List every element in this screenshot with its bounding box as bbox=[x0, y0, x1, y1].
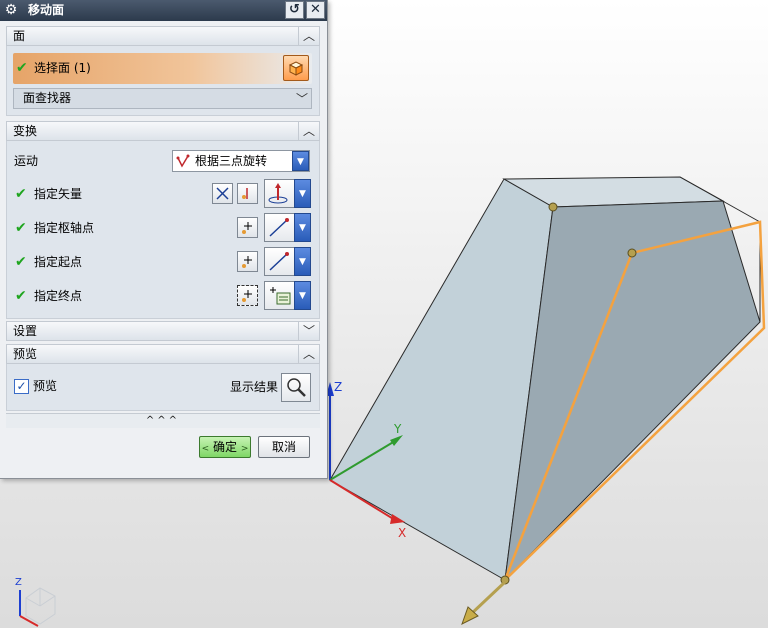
show-result-label: 显示结果 bbox=[230, 380, 279, 394]
chevron-down-icon[interactable]: ▼ bbox=[294, 247, 311, 276]
preview-checkbox[interactable]: ✓ bbox=[14, 379, 29, 394]
section-transform-header[interactable]: 变换 ︿ bbox=[6, 121, 320, 141]
point-dialog-button[interactable] bbox=[237, 217, 258, 238]
direction-arrow[interactable] bbox=[461, 580, 507, 626]
face-select-icon[interactable] bbox=[283, 55, 309, 81]
section-settings-header[interactable]: 设置 ﹀ bbox=[6, 321, 320, 341]
close-button[interactable]: ✕ bbox=[306, 1, 325, 19]
chevron-down-icon[interactable]: ﹀ bbox=[296, 90, 308, 107]
point-marker[interactable] bbox=[548, 202, 558, 212]
specify-end-label: 指定终点 bbox=[34, 289, 83, 303]
select-face-row[interactable]: ✔ 选择面 (1) bbox=[13, 53, 312, 84]
chevron-down-icon[interactable]: ﹀ bbox=[298, 321, 319, 341]
motion-select[interactable]: 根据三点旋转 ▼ bbox=[172, 150, 310, 172]
ok-label: 确定 bbox=[212, 440, 237, 454]
cancel-button[interactable]: 取消 bbox=[258, 436, 310, 458]
mini-axis-label-z: Z bbox=[15, 577, 22, 588]
show-result-button[interactable] bbox=[281, 373, 311, 402]
point-type-button[interactable] bbox=[264, 281, 295, 310]
chevron-up-icon[interactable]: ︿ bbox=[298, 121, 319, 141]
move-face-dialog: ⚙ 移动面 ↺ ✕ 面 ︿ ✔ 选择面 (1) 面查找器 ﹀ 变换 ︿ 运动 根… bbox=[0, 0, 328, 479]
chevron-up-icon[interactable]: ︿ bbox=[298, 344, 319, 364]
magnifier-icon bbox=[287, 378, 306, 397]
vector-dialog-button[interactable] bbox=[237, 183, 258, 204]
reverse-direction-button[interactable] bbox=[212, 183, 233, 204]
section-face-label: 面 bbox=[13, 29, 26, 43]
motion-label: 运动 bbox=[14, 154, 39, 168]
chevron-down-icon[interactable]: ▼ bbox=[292, 151, 309, 171]
point-dialog-button[interactable] bbox=[237, 285, 258, 306]
dialog-titlebar[interactable]: ⚙ 移动面 ↺ ✕ bbox=[0, 0, 327, 21]
gear-icon[interactable]: ⚙ bbox=[3, 2, 19, 18]
specify-vector-label: 指定矢量 bbox=[34, 187, 83, 201]
point-type-button[interactable] bbox=[264, 247, 295, 276]
check-icon: ✔ bbox=[15, 220, 27, 236]
check-icon: ✔ bbox=[15, 186, 27, 202]
view-triad: Z bbox=[15, 577, 56, 627]
dialog-title: 移动面 bbox=[28, 3, 65, 17]
section-preview-header[interactable]: 预览 ︿ bbox=[6, 344, 320, 364]
section-settings-label: 设置 bbox=[13, 324, 38, 338]
section-preview-label: 预览 bbox=[13, 347, 38, 361]
axis-label-x: X bbox=[398, 526, 406, 540]
chevron-down-icon[interactable]: ▼ bbox=[294, 213, 311, 242]
preview-checkbox-label: 预览 bbox=[33, 379, 58, 393]
section-transform-label: 变换 bbox=[13, 124, 38, 138]
section-face-header[interactable]: 面 ︿ bbox=[6, 26, 320, 46]
three-point-rotate-icon bbox=[176, 154, 190, 168]
ok-arrow-left: < bbox=[201, 444, 210, 454]
axis-label-y: Y bbox=[393, 422, 402, 436]
specify-pivot-label: 指定枢轴点 bbox=[34, 221, 95, 235]
chevron-down-icon[interactable]: ▼ bbox=[294, 281, 311, 310]
face-finder-label: 面查找器 bbox=[23, 91, 72, 105]
point-marker[interactable] bbox=[627, 248, 637, 258]
ok-button[interactable]: < 确定 > bbox=[199, 436, 251, 458]
chevron-down-icon[interactable]: ▼ bbox=[294, 179, 311, 208]
point-type-button[interactable] bbox=[264, 213, 295, 242]
ok-arrow-right: > bbox=[240, 444, 249, 454]
face-finder-row[interactable]: 面查找器 ﹀ bbox=[13, 88, 312, 109]
point-dialog-button[interactable] bbox=[237, 251, 258, 272]
axis-label-z: Z bbox=[334, 380, 342, 394]
motion-value: 根据三点旋转 bbox=[195, 154, 268, 168]
check-icon: ✔ bbox=[15, 254, 27, 270]
chevron-up-icon[interactable]: ︿ bbox=[298, 26, 319, 46]
reset-button[interactable]: ↺ bbox=[285, 1, 304, 19]
select-face-label: 选择面 (1) bbox=[34, 61, 91, 75]
specify-start-label: 指定起点 bbox=[34, 255, 83, 269]
vector-type-button[interactable] bbox=[264, 179, 295, 208]
check-icon: ✔ bbox=[16, 60, 28, 76]
more-options-bar[interactable]: ^^^ bbox=[6, 413, 320, 428]
check-icon: ✔ bbox=[15, 288, 27, 304]
